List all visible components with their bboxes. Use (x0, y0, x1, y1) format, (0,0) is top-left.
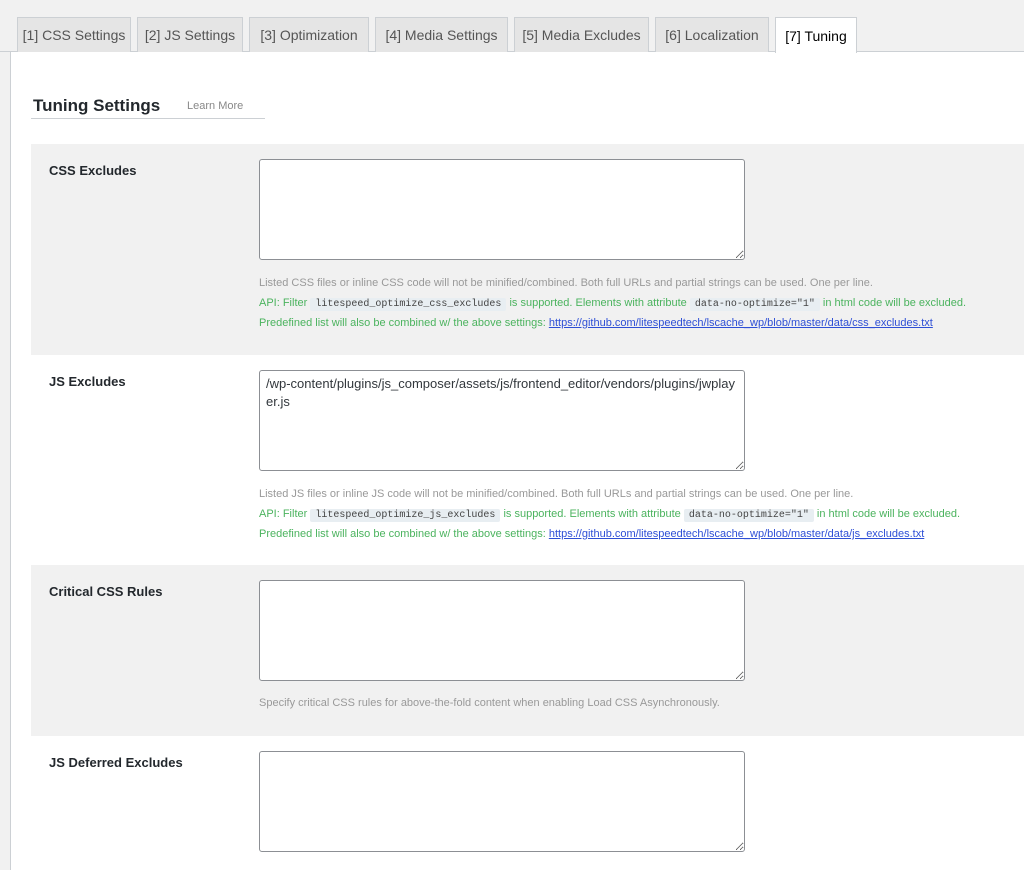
css-excludes-api-mid: is supported. Elements with attribute (509, 296, 687, 309)
js-excludes-textarea[interactable]: /wp-content/plugins/js_composer/assets/j… (259, 370, 745, 471)
tab-media-settings[interactable]: [4] Media Settings (375, 17, 508, 52)
css-excludes-api-suffix: in html code will be excluded. (822, 296, 966, 309)
critical-css-row: Critical CSS Rules Specify critical CSS … (31, 565, 1024, 736)
js-excludes-api-note: API: Filter litespeed_optimize_js_exclud… (259, 505, 960, 526)
css-excludes-list-link[interactable]: https://github.com/litespeedtech/lscache… (549, 317, 933, 329)
critical-css-help-text: Specify critical CSS rules for above-the… (259, 697, 720, 709)
js-excludes-api-prefix: API: Filter (259, 507, 308, 520)
critical-css-description: Specify critical CSS rules for above-the… (259, 694, 720, 714)
title-divider (31, 118, 265, 119)
css-excludes-predefined-note: Predefined list will also be combined w/… (259, 314, 966, 334)
css-excludes-row: CSS Excludes Listed CSS files or inline … (31, 144, 1024, 355)
tab-localization[interactable]: [6] Localization (655, 17, 769, 52)
js-excludes-filter-code: litespeed_optimize_js_excludes (310, 508, 501, 522)
tab-js-settings[interactable]: [2] JS Settings (137, 17, 243, 52)
css-excludes-api-note: API: Filter litespeed_optimize_css_exclu… (259, 294, 966, 315)
js-excludes-attr-code: data-no-optimize="1" (683, 508, 814, 522)
js-excludes-list-link[interactable]: https://github.com/litespeedtech/lscache… (549, 528, 924, 540)
tab-optimization[interactable]: [3] Optimization (249, 17, 369, 52)
css-excludes-help-text: Listed CSS files or inline CSS code will… (259, 277, 873, 289)
js-deferred-row: JS Deferred Excludes (31, 736, 1024, 870)
settings-tab-bar: [1] CSS Settings [2] JS Settings [3] Opt… (0, 0, 1024, 53)
js-excludes-help-text: Listed JS files or inline JS code will n… (259, 488, 854, 500)
js-deferred-label: JS Deferred Excludes (49, 755, 183, 770)
css-excludes-api-prefix: API: Filter (259, 296, 308, 309)
tab-tuning[interactable]: [7] Tuning (775, 17, 857, 53)
js-deferred-textarea[interactable] (259, 751, 745, 852)
learn-more-link[interactable]: Learn More (187, 100, 243, 112)
tab-css-settings[interactable]: [1] CSS Settings (17, 17, 131, 52)
page-title: Tuning Settings (33, 96, 161, 115)
js-excludes-row: JS Excludes /wp-content/plugins/js_compo… (31, 355, 1024, 565)
js-excludes-description: Listed JS files or inline JS code will n… (259, 485, 960, 545)
js-excludes-label: JS Excludes (49, 374, 126, 389)
css-excludes-description: Listed CSS files or inline CSS code will… (259, 274, 966, 334)
css-excludes-filter-code: litespeed_optimize_css_excludes (310, 297, 507, 311)
css-excludes-attr-code: data-no-optimize="1" (689, 297, 820, 311)
tab-media-excludes[interactable]: [5] Media Excludes (514, 17, 649, 52)
css-excludes-label: CSS Excludes (49, 163, 137, 178)
js-excludes-api-suffix: in html code will be excluded. (816, 507, 960, 520)
tuning-settings-panel: Tuning Settings Learn More CSS Excludes … (10, 52, 1024, 870)
js-excludes-predefined-note: Predefined list will also be combined w/… (259, 525, 960, 545)
critical-css-label: Critical CSS Rules (49, 584, 163, 599)
critical-css-textarea[interactable] (259, 580, 745, 681)
css-excludes-textarea[interactable] (259, 159, 745, 260)
js-excludes-predefined-prefix: Predefined list will also be combined w/… (259, 528, 546, 540)
css-excludes-predefined-prefix: Predefined list will also be combined w/… (259, 317, 546, 329)
js-excludes-api-mid: is supported. Elements with attribute (503, 507, 681, 520)
